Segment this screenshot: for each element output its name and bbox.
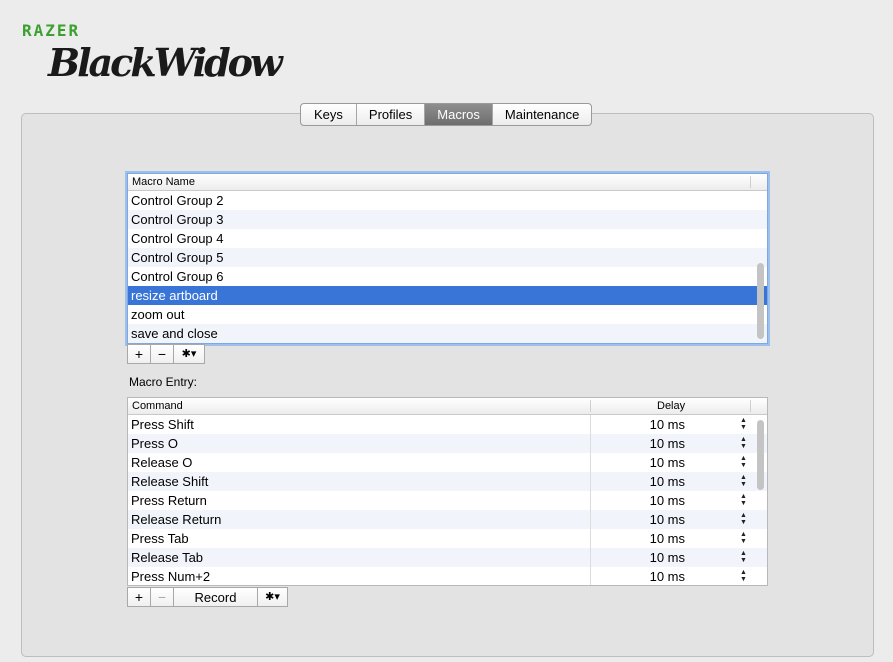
delay-cell[interactable]: 10 ms [645, 529, 685, 548]
command-cell[interactable]: Release Shift [131, 472, 208, 491]
razer-blackwidow-logo: RAZER BlackWidow [20, 18, 283, 88]
macro-name: zoom out [131, 307, 185, 322]
macro-entry-row[interactable]: Release O 10 ms ▲ ▼ [128, 453, 767, 472]
macro-list-item[interactable]: Control Group 5 [128, 248, 767, 267]
delay-stepper-icon[interactable]: ▲ ▼ [740, 493, 747, 507]
delay-cell[interactable]: 10 ms [645, 491, 685, 510]
delay-stepper-icon[interactable]: ▲ ▼ [740, 550, 747, 564]
macro-entry-row[interactable]: Release Tab 10 ms ▲ ▼ [128, 548, 767, 567]
entry-gear-menu-button[interactable]: ✱▾ [258, 587, 288, 607]
delay-stepper-icon[interactable]: ▲ ▼ [740, 436, 747, 450]
macro-entry-table[interactable]: Command Delay Press Shift 10 ms ▲ ▼ Press O 1… [127, 397, 768, 586]
tab-keys[interactable]: Keys [301, 104, 357, 125]
tab-bar: Keys Profiles Macros Maintenance [300, 103, 593, 126]
command-cell[interactable]: Press O [131, 434, 178, 453]
macro-name: resize artboard [131, 288, 218, 303]
delay-cell[interactable]: 10 ms [645, 434, 685, 453]
tab-macros[interactable]: Macros [425, 104, 493, 125]
delay-cell[interactable]: 10 ms [645, 567, 685, 585]
delay-stepper-icon[interactable]: ▲ ▼ [740, 531, 747, 545]
command-cell[interactable]: Press Num+2 [131, 567, 210, 585]
delay-stepper-icon[interactable]: ▲ ▼ [740, 474, 747, 488]
macro-list-item[interactable]: zoom out [128, 305, 767, 324]
delay-cell[interactable]: 10 ms [645, 453, 685, 472]
entry-rows: Press Shift 10 ms ▲ ▼ Press O 10 ms ▲ ▼ Release … [128, 415, 767, 585]
delay-column-header[interactable]: Delay [653, 398, 685, 414]
macro-gear-menu-button[interactable]: ✱▾ [174, 344, 205, 364]
macro-list-item[interactable]: Control Group 6 [128, 267, 767, 286]
macro-list-item[interactable]: Control Group 2 [128, 191, 767, 210]
gear-icon: ✱▾ [265, 591, 280, 603]
delay-cell[interactable]: 10 ms [645, 415, 685, 434]
record-button[interactable]: Record [174, 587, 258, 607]
entry-button-bar: + − Record ✱▾ [127, 587, 288, 607]
delay-stepper-icon[interactable]: ▲ ▼ [740, 569, 747, 583]
macro-list-item[interactable]: resize artboard [128, 286, 767, 305]
tab-profiles[interactable]: Profiles [357, 104, 426, 125]
add-entry-button[interactable]: + [127, 587, 151, 607]
macro-entry-header: Command Delay [128, 398, 767, 415]
command-cell[interactable]: Release Tab [131, 548, 203, 567]
macro-name: Control Group 2 [131, 193, 224, 208]
macro-list-scrollbar[interactable] [757, 263, 764, 339]
delay-stepper-icon[interactable]: ▲ ▼ [740, 417, 747, 431]
delay-cell[interactable]: 10 ms [645, 548, 685, 567]
delay-stepper-icon[interactable]: ▲ ▼ [740, 512, 747, 526]
macro-entry-row[interactable]: Press Num+2 10 ms ▲ ▼ [128, 567, 767, 585]
macro-list-item[interactable]: Control Group 3 [128, 210, 767, 229]
macro-name: Control Group 5 [131, 250, 224, 265]
macro-name: Control Group 3 [131, 212, 224, 227]
delay-cell[interactable]: 10 ms [645, 472, 685, 491]
macro-list-header: Macro Name [128, 174, 767, 191]
command-cell[interactable]: Release O [131, 453, 192, 472]
macro-list[interactable]: Macro Name Control Group 2 Control Group … [127, 173, 768, 344]
macro-list-item[interactable]: save and close [128, 324, 767, 343]
razer-brand: RAZER [22, 21, 81, 40]
entry-table-scrollbar[interactable] [757, 420, 764, 490]
delay-stepper-icon[interactable]: ▲ ▼ [740, 455, 747, 469]
macro-name: Control Group 6 [131, 269, 224, 284]
command-cell[interactable]: Press Shift [131, 415, 194, 434]
macro-entry-row[interactable]: Release Shift 10 ms ▲ ▼ [128, 472, 767, 491]
macro-entry-row[interactable]: Release Return 10 ms ▲ ▼ [128, 510, 767, 529]
macro-name-column-header[interactable]: Macro Name [128, 174, 195, 190]
command-cell[interactable]: Release Return [131, 510, 221, 529]
macro-list-item[interactable]: Control Group 4 [128, 229, 767, 248]
tab-maintenance[interactable]: Maintenance [493, 104, 591, 125]
command-column-header[interactable]: Command [128, 398, 183, 414]
macro-entry-label: Macro Entry: [129, 375, 198, 389]
add-macro-button[interactable]: + [127, 344, 151, 364]
remove-macro-button[interactable]: − [151, 344, 174, 364]
macro-button-bar: + − ✱▾ [127, 344, 205, 364]
macro-entry-row[interactable]: Press Shift 10 ms ▲ ▼ [128, 415, 767, 434]
command-cell[interactable]: Press Tab [131, 529, 189, 548]
remove-entry-button[interactable]: − [151, 587, 174, 607]
macro-name: Control Group 4 [131, 231, 224, 246]
macro-entry-row[interactable]: Press Tab 10 ms ▲ ▼ [128, 529, 767, 548]
macro-entry-row[interactable]: Press O 10 ms ▲ ▼ [128, 434, 767, 453]
command-cell[interactable]: Press Return [131, 491, 207, 510]
macro-name: save and close [131, 326, 218, 341]
macro-rows: Control Group 2 Control Group 3 Control Gr… [128, 191, 767, 343]
product-name: BlackWidow [48, 40, 283, 85]
gear-icon: ✱▾ [181, 348, 197, 360]
delay-cell[interactable]: 10 ms [645, 510, 685, 529]
macro-entry-row[interactable]: Press Return 10 ms ▲ ▼ [128, 491, 767, 510]
